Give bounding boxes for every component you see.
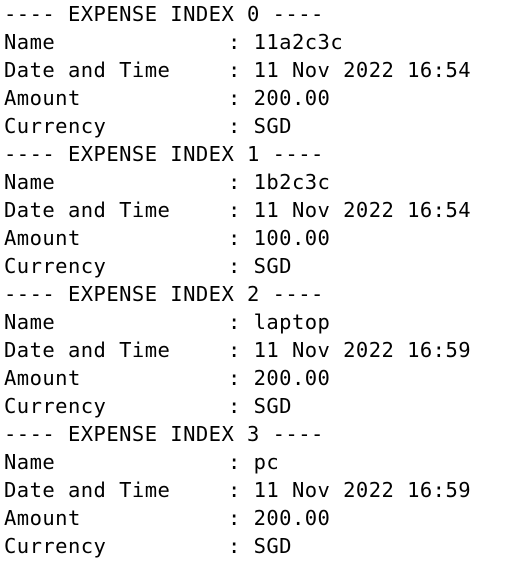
field-value: : SGD [228, 394, 292, 418]
field-label: Currency [4, 254, 107, 278]
expense-field-row: Amount : 200.00 [4, 504, 508, 532]
expense-field-row: Currency : SGD [4, 252, 508, 280]
field-label: Amount [4, 86, 81, 110]
field-label: Amount [4, 226, 81, 250]
field-label: Name [4, 30, 56, 54]
field-label: Name [4, 310, 56, 334]
expense-field-row: Name : 11a2c3c [4, 28, 508, 56]
field-value: : SGD [228, 534, 292, 558]
field-label: Date and Time [4, 58, 171, 82]
field-value: : pc [228, 450, 280, 474]
field-value: : 11 Nov 2022 16:59 [228, 478, 472, 502]
field-value: : SGD [228, 254, 292, 278]
field-label: Currency [4, 394, 107, 418]
expense-header: ---- EXPENSE INDEX 0 ---- [4, 2, 324, 26]
expense-header: ---- EXPENSE INDEX 3 ---- [4, 422, 324, 446]
expense-header: ---- EXPENSE INDEX 2 ---- [4, 282, 324, 306]
field-label: Date and Time [4, 338, 171, 362]
expense-field-row: Name : laptop [4, 308, 508, 336]
field-value: : 200.00 [228, 506, 331, 530]
expense-field-row: Date and Time : 11 Nov 2022 16:59 [4, 476, 508, 504]
field-value: : 100.00 [228, 226, 331, 250]
terminal-output: ---- EXPENSE INDEX 0 ---- Name: 11a2c3c … [0, 0, 508, 576]
field-value: : 200.00 [228, 86, 331, 110]
expense-field-row: Date and Time : 11 Nov 2022 16:59 [4, 336, 508, 364]
field-value: : 200.00 [228, 366, 331, 390]
expense-field-row: Currency : SGD [4, 392, 508, 420]
expense-field-row: Amount : 200.00 [4, 84, 508, 112]
expense-header: ---- EXPENSE INDEX 1 ---- [4, 142, 324, 166]
field-label: Name [4, 450, 56, 474]
field-value: : SGD [228, 114, 292, 138]
field-value: : 11 Nov 2022 16:59 [228, 338, 472, 362]
field-value: : laptop [228, 310, 331, 334]
field-label: Currency [4, 534, 107, 558]
field-label: Amount [4, 366, 81, 390]
expense-field-row: Name : pc [4, 448, 508, 476]
field-label: Currency [4, 114, 107, 138]
expense-field-row: Amount : 100.00 [4, 224, 508, 252]
field-label: Date and Time [4, 478, 171, 502]
expense-field-row: Currency : SGD [4, 112, 508, 140]
expense-field-row: Currency : SGD [4, 532, 508, 560]
field-value: : 11 Nov 2022 16:54 [228, 198, 472, 222]
expense-field-row: Name : 1b2c3c [4, 168, 508, 196]
field-value: : 11 Nov 2022 16:54 [228, 58, 472, 82]
field-value: : 11a2c3c [228, 30, 344, 54]
expense-field-row: Amount : 200.00 [4, 364, 508, 392]
field-label: Name [4, 170, 56, 194]
expense-field-row: Date and Time : 11 Nov 2022 16:54 [4, 56, 508, 84]
field-value: : 1b2c3c [228, 170, 331, 194]
field-label: Date and Time [4, 198, 171, 222]
expense-field-row: Date and Time : 11 Nov 2022 16:54 [4, 196, 508, 224]
field-label: Amount [4, 506, 81, 530]
